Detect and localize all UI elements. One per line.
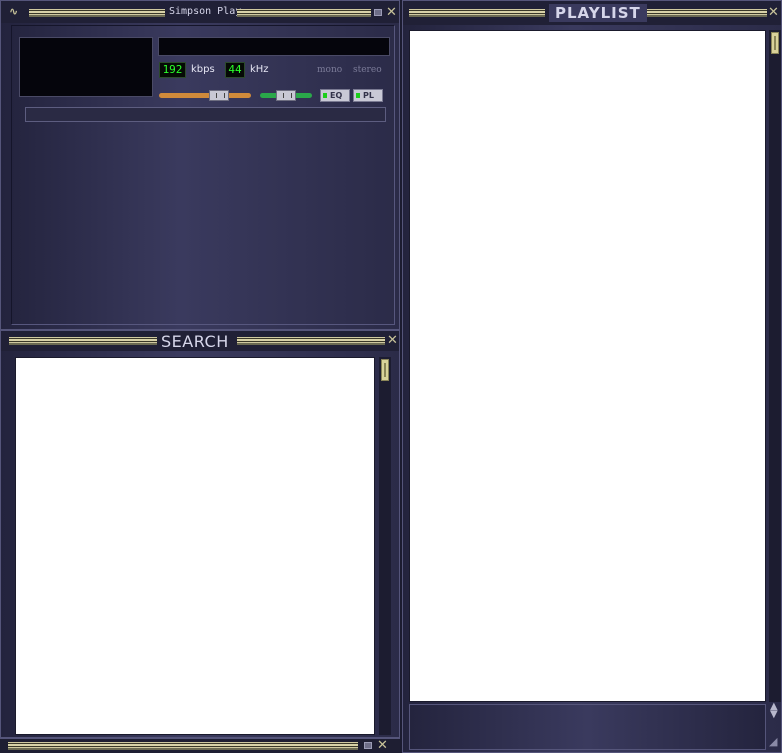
- bitrate-unit: kbps: [191, 64, 215, 75]
- close-icon[interactable]: ✕: [386, 6, 397, 19]
- bottom-close-icon[interactable]: ✕: [377, 739, 388, 752]
- search-titlebar[interactable]: SEARCH ✕: [1, 331, 399, 351]
- volume-thumb[interactable]: [209, 90, 230, 101]
- pl-led-icon: [356, 93, 360, 98]
- playlist-scrollbar[interactable]: [769, 30, 781, 702]
- playlist-track-list[interactable]: [409, 30, 766, 702]
- volume-slider[interactable]: [159, 93, 251, 98]
- playlist-scroll-thumb[interactable]: [771, 32, 779, 54]
- search-window: SEARCH ✕: [0, 330, 400, 738]
- eq-led-icon: [323, 93, 327, 98]
- visualizer[interactable]: [19, 37, 153, 97]
- balance-thumb[interactable]: [276, 90, 296, 101]
- samplerate-unit: kHz: [250, 64, 269, 75]
- playlist-stripes-right: [647, 9, 767, 17]
- minimized-bar[interactable]: ✕: [0, 738, 400, 753]
- resize-grip-icon[interactable]: ◢: [769, 735, 777, 748]
- pl-label: PL: [363, 91, 374, 100]
- playlist-titlebar[interactable]: PLAYLIST ✕: [403, 1, 781, 25]
- title-stripes-right: [237, 9, 371, 17]
- bottom-minimize-icon[interactable]: [364, 742, 372, 749]
- menu-icon[interactable]: ∿: [9, 5, 18, 18]
- pl-toggle-button[interactable]: PL: [353, 89, 383, 102]
- search-scrollbar[interactable]: [379, 357, 391, 735]
- song-title-display[interactable]: [158, 37, 390, 56]
- seek-bar[interactable]: [25, 107, 386, 122]
- search-stripes-left: [9, 337, 157, 345]
- samplerate-display: 44: [225, 62, 245, 78]
- eq-toggle-button[interactable]: EQ: [320, 89, 350, 102]
- eq-label: EQ: [330, 91, 343, 100]
- search-title: SEARCH: [161, 332, 229, 351]
- mono-indicator: mono: [317, 65, 343, 75]
- scroll-arrows-icon[interactable]: ▲ ▼: [770, 702, 778, 720]
- bitrate-display: 192: [159, 62, 186, 78]
- main-player-window: ∿ Simpson Play ✕ 192 kbps 44 kHz mono st…: [0, 0, 400, 330]
- search-close-icon[interactable]: ✕: [387, 334, 398, 347]
- playlist-window: PLAYLIST ✕ ▲ ▼ ◢: [402, 0, 782, 753]
- search-stripes-right: [237, 337, 385, 345]
- main-titlebar[interactable]: ∿ Simpson Play ✕: [1, 1, 399, 23]
- playlist-footer: [409, 704, 766, 750]
- player-title: Simpson Play: [167, 6, 244, 17]
- stereo-indicator: stereo: [353, 65, 382, 75]
- minimize-icon[interactable]: [374, 9, 382, 16]
- search-scroll-thumb[interactable]: [381, 359, 389, 381]
- title-stripes-left: [29, 9, 165, 17]
- search-results-list[interactable]: [15, 357, 375, 735]
- playlist-stripes-left: [409, 9, 545, 17]
- playlist-title: PLAYLIST: [549, 4, 647, 22]
- playlist-close-icon[interactable]: ✕: [768, 6, 779, 19]
- bottom-stripes: [8, 742, 358, 750]
